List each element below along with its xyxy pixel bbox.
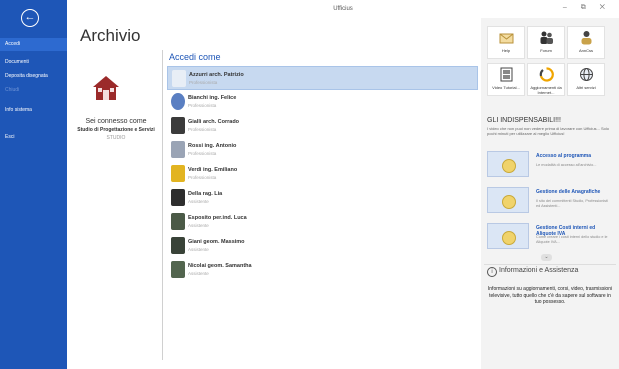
user-name: Verdi ing. Emiliano	[188, 167, 238, 173]
window-controls[interactable]: – ⧉ ✕	[563, 4, 611, 12]
studio-house-icon	[93, 76, 119, 100]
sidebar-item-accedi[interactable]: Accedi	[0, 38, 67, 51]
tile-altri-servizi[interactable]: Altri servizi	[567, 63, 605, 96]
indispensabili-desc: I video che non puoi non vedere prima di…	[487, 126, 609, 136]
user-name: Rossi ing. Antonio	[188, 143, 237, 149]
promo-video[interactable]: Accesso al programma Le modalità di acce…	[484, 147, 616, 180]
user-row[interactable]: Della rag. Lia Assistente	[167, 186, 478, 210]
promo-desc: Le modalità di accesso all'archivio...	[536, 163, 597, 167]
user-role: Assistente	[188, 247, 209, 252]
info-icon: i	[487, 267, 497, 277]
tile-label: Help	[501, 48, 511, 53]
user-role: Professionista	[188, 175, 217, 180]
user-row[interactable]: Bianchi ing. Felice Professionista	[167, 90, 478, 114]
tile-label: Forum	[540, 48, 552, 53]
chevron-down-icon[interactable]: ⌄	[541, 254, 552, 261]
user-row[interactable]: Giani geom. Massimo Assistente	[167, 234, 478, 258]
promo-desc: Come creare i costi interni dello studio…	[536, 235, 608, 244]
promo-title: Accesso al programma	[536, 153, 592, 159]
user-name: Della rag. Lia	[188, 191, 223, 197]
user-name: Nicolai geom. Samantha	[188, 263, 252, 269]
sidebar-item-info-sistema[interactable]: Info sistema	[0, 104, 67, 117]
user-row[interactable]: Gialli arch. Corrado Professionista	[167, 114, 478, 138]
column-divider	[162, 50, 163, 360]
film-icon	[500, 67, 513, 82]
user-name: Gialli arch. Corrado	[188, 119, 240, 125]
indispensabili-title: GLI INDISPENSABILI!!!	[487, 117, 561, 124]
tile-anncss[interactable]: AnnCss	[567, 26, 605, 59]
avatar-icon	[171, 165, 185, 182]
video-thumbnail	[487, 223, 529, 249]
user-row[interactable]: Verdi ing. Emiliano Professionista	[167, 162, 478, 186]
user-role: Professionista	[188, 127, 217, 132]
avatar-icon	[171, 237, 185, 254]
tile-aggiornamenti[interactable]: Aggiornamenti da Internet...	[527, 63, 565, 96]
avatar-icon	[171, 261, 185, 278]
studio-label: STUDIO	[106, 135, 126, 141]
promo-desc: Il sito dei committenti Studio, Professi…	[536, 199, 608, 208]
avatar-icon	[171, 117, 185, 134]
promo-video[interactable]: Gestione Costi interni ed Aliquote IVA C…	[484, 219, 616, 252]
video-thumbnail	[487, 187, 529, 213]
user-role: Assistente	[188, 271, 209, 276]
avatar-icon	[172, 70, 186, 87]
avatar-icon	[171, 93, 185, 110]
promo-title: Gestione delle Anagrafiche	[536, 189, 601, 195]
tile-label: Altri servizi	[576, 85, 596, 90]
user-name: Giani geom. Massimo	[188, 239, 245, 245]
sidebar-item-deposita[interactable]: Deposita disegnata	[0, 70, 67, 83]
section-divider	[484, 264, 616, 265]
help-envelope-icon	[499, 33, 514, 44]
tile-help[interactable]: Help	[487, 26, 525, 59]
tile-video-tutorial[interactable]: Video Tutorial...	[487, 63, 525, 96]
sidebar-item-documenti[interactable]: Documenti	[0, 56, 67, 69]
info-title: Informazioni e Assistenza	[499, 267, 579, 274]
user-row[interactable]: Rossi ing. Antonio Professionista	[167, 138, 478, 162]
tile-label: Video Tutorial...	[492, 85, 520, 90]
avatar-icon	[171, 213, 185, 230]
user-role: Assistente	[188, 223, 209, 228]
person-icon	[581, 31, 592, 45]
tile-label: Aggiornamenti da Internet...	[530, 85, 562, 95]
avatar-icon	[171, 189, 185, 206]
title-bar: Ufficius – ⧉ ✕	[67, 0, 619, 14]
section-title-accedi: Accedi come	[169, 52, 221, 62]
update-arrows-icon	[539, 67, 554, 82]
tile-forum[interactable]: Forum	[527, 26, 565, 59]
user-row[interactable]: Esposito per.ind. Luca Assistente	[167, 210, 478, 234]
sidebar-item-esci[interactable]: Esci	[0, 131, 67, 144]
sidebar-item-chiudi: Chiudi	[5, 87, 20, 93]
user-name: Esposito per.ind. Luca	[188, 215, 247, 221]
user-row[interactable]: Azzurri arch. Patrizio Professionista	[167, 66, 478, 90]
user-name: Bianchi ing. Felice	[188, 95, 237, 101]
back-arrow-icon[interactable]: ←	[21, 9, 39, 27]
user-role: Professionista	[189, 80, 218, 85]
globe-icon	[580, 68, 593, 81]
user-list: Azzurri arch. Patrizio Professionista Bi…	[167, 66, 478, 282]
promo-video[interactable]: Gestione delle Anagrafiche Il sito dei c…	[484, 183, 616, 216]
user-role: Professionista	[188, 103, 217, 108]
video-thumbnail	[487, 151, 529, 177]
studio-name: Studio di Progettazione e Servizi	[77, 127, 155, 133]
connection-status: Sei connesso come	[85, 118, 147, 125]
user-role: Assistente	[188, 199, 209, 204]
tile-label: AnnCss	[578, 48, 593, 53]
page-title: Archivio	[80, 26, 141, 45]
info-text: Informazioni su aggiornamenti, corsi, vi…	[487, 286, 613, 305]
forum-people-icon	[540, 31, 553, 44]
user-row[interactable]: Nicolai geom. Samantha Assistente	[167, 258, 478, 282]
sidebar: ← Accedi Documenti Deposita disegnata Ch…	[0, 0, 67, 369]
avatar-icon	[171, 141, 185, 158]
user-name: Azzurri arch. Patrizio	[189, 72, 244, 78]
user-role: Professionista	[188, 151, 217, 156]
app-title: Ufficius	[333, 6, 353, 12]
